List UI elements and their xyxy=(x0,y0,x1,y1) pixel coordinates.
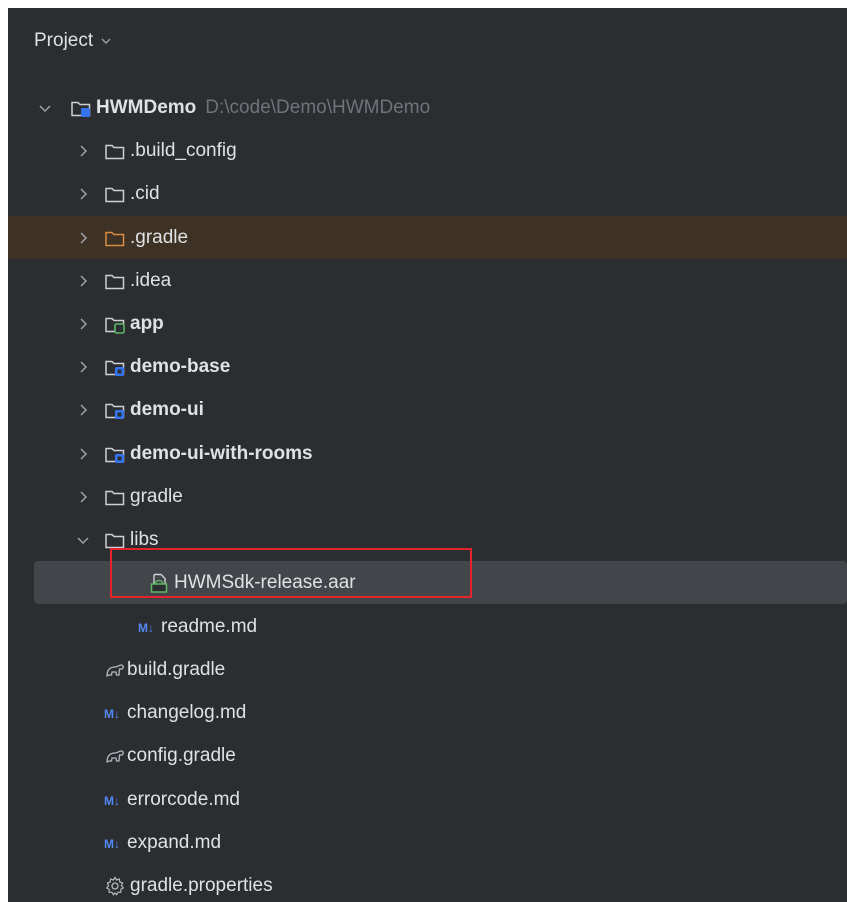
chevron-right-icon[interactable] xyxy=(75,359,91,375)
tree-item-label: app xyxy=(130,312,164,334)
chevron-down-icon[interactable] xyxy=(37,100,53,116)
tree-item-label: build.gradle xyxy=(127,658,226,680)
project-view-selector[interactable]: Project xyxy=(34,30,113,52)
tree-item-label: config.gradle xyxy=(127,744,236,766)
tree-item-label: demo-ui xyxy=(130,398,204,420)
folder-icon xyxy=(105,231,125,246)
tree-row-expand-md[interactable]: M↓ expand.md xyxy=(8,821,847,864)
tree-row-build-config[interactable]: .build_config xyxy=(8,129,847,172)
tree-item-label: demo-ui-with-rooms xyxy=(130,442,313,464)
tree-row-demo-ui[interactable]: demo-ui xyxy=(8,388,847,431)
chevron-down-icon[interactable] xyxy=(75,532,91,548)
tree-row-app[interactable]: app xyxy=(8,302,847,345)
tree-row-gradle-properties[interactable]: gradle.properties xyxy=(8,864,847,902)
root-project-name: HWMDemo xyxy=(96,96,197,118)
tree-row-demo-ui-with-rooms[interactable]: demo-ui-with-rooms xyxy=(8,432,847,475)
folder-icon xyxy=(105,274,125,289)
aar-archive-icon xyxy=(150,573,168,593)
project-title: Project xyxy=(34,30,94,51)
tree-row-root[interactable]: HWMDemo D:\code\Demo\HWMDemo xyxy=(8,86,847,129)
tree-item-label: .cid xyxy=(130,182,160,204)
folder-icon xyxy=(105,490,125,505)
tree-row-readme-md[interactable]: M↓ readme.md xyxy=(8,605,847,648)
tree-row-changelog-md[interactable]: M↓ changelog.md xyxy=(8,691,847,734)
tree-row-demo-base[interactable]: demo-base xyxy=(8,345,847,388)
tree-row-errorcode-md[interactable]: M↓ errorcode.md xyxy=(8,778,847,821)
folder-icon xyxy=(105,187,125,202)
tree-row-build-gradle[interactable]: build.gradle xyxy=(8,648,847,691)
markdown-icon: M↓ xyxy=(104,794,120,808)
tree-item-label: .idea xyxy=(130,269,172,291)
tree-item-label: gradle.properties xyxy=(130,874,273,896)
chevron-right-icon[interactable] xyxy=(75,143,91,159)
svg-text:M↓: M↓ xyxy=(138,621,154,635)
markdown-icon: M↓ xyxy=(104,707,120,721)
folder-icon xyxy=(105,144,125,159)
markdown-icon: M↓ xyxy=(138,621,154,635)
tree-item-label: changelog.md xyxy=(127,701,247,723)
tree-row-config-gradle[interactable]: config.gradle xyxy=(8,734,847,777)
tree-row-gradle-folder[interactable]: gradle xyxy=(8,475,847,518)
chevron-right-icon[interactable] xyxy=(75,186,91,202)
tree-item-label: readme.md xyxy=(161,615,258,637)
project-tool-window: Project HWMDemo D:\code\Demo\HWMDemo .bu… xyxy=(8,8,847,902)
module-folder-icon xyxy=(105,447,125,463)
module-folder-icon xyxy=(71,101,91,117)
chevron-right-icon[interactable] xyxy=(75,230,91,246)
svg-text:M↓: M↓ xyxy=(104,837,120,851)
module-folder-icon xyxy=(105,360,125,376)
gradle-icon xyxy=(106,663,124,677)
tree-item-label: .gradle xyxy=(130,226,189,248)
chevron-right-icon[interactable] xyxy=(75,489,91,505)
markdown-icon: M↓ xyxy=(104,837,120,851)
chevron-right-icon[interactable] xyxy=(75,446,91,462)
module-folder-icon xyxy=(105,317,125,334)
svg-text:M↓: M↓ xyxy=(104,794,120,808)
chevron-down-icon xyxy=(101,38,111,44)
tree-item-label: errorcode.md xyxy=(127,788,240,810)
tree-row-dot-gradle[interactable]: .gradle xyxy=(8,216,847,259)
module-folder-icon xyxy=(105,403,125,419)
root-project-path: D:\code\Demo\HWMDemo xyxy=(205,96,431,118)
gear-icon xyxy=(105,875,125,896)
svg-text:M↓: M↓ xyxy=(104,707,120,721)
tree-row-idea[interactable]: .idea xyxy=(8,259,847,302)
chevron-right-icon[interactable] xyxy=(75,316,91,332)
tree-item-label: demo-base xyxy=(130,355,231,377)
tree-item-label: expand.md xyxy=(127,831,222,853)
tree-item-label: gradle xyxy=(130,485,183,507)
tree-row-cid[interactable]: .cid xyxy=(8,172,847,215)
tree-item-label: libs xyxy=(130,528,159,550)
tree-item-label: .build_config xyxy=(130,139,237,161)
gradle-icon xyxy=(106,749,124,763)
chevron-right-icon[interactable] xyxy=(75,273,91,289)
tree-item-label: HWMSdk-release.aar xyxy=(174,571,356,593)
folder-icon xyxy=(105,533,125,548)
tree-row-libs[interactable]: libs xyxy=(8,518,847,561)
chevron-right-icon[interactable] xyxy=(75,402,91,418)
tree-row-hwmsdk-aar[interactable]: HWMSdk-release.aar xyxy=(34,561,847,604)
